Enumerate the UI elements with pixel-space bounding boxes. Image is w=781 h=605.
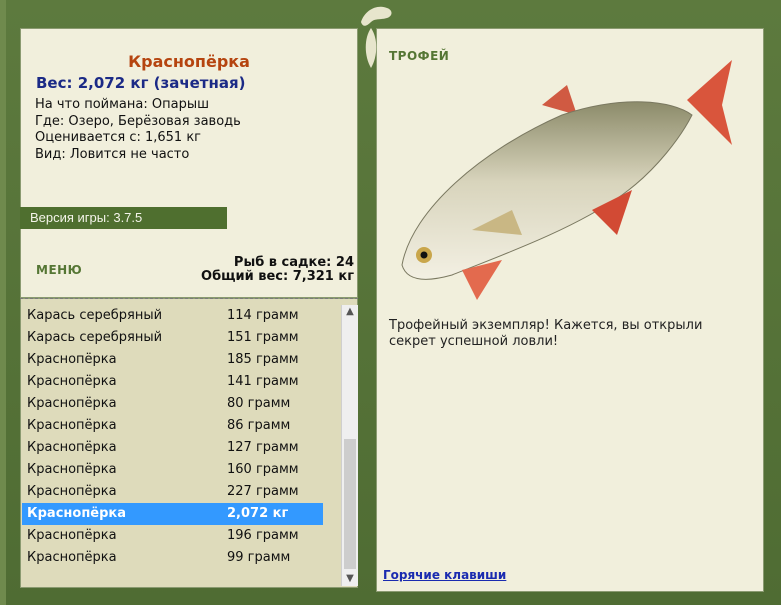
- list-scrollbar[interactable]: ▲ ▼: [341, 305, 358, 586]
- scroll-thumb[interactable]: [344, 439, 356, 569]
- list-item[interactable]: Карась серебряный 151 грамм: [22, 327, 323, 349]
- fish-weight-cell: 114 грамм: [227, 308, 299, 323]
- location-info: Где: Озеро, Берёзовая заводь: [35, 114, 241, 129]
- fish-name-cell: Краснопёрка: [27, 528, 117, 543]
- fish-name-cell: Карась серебряный: [27, 308, 163, 323]
- fish-name-cell: Краснопёрка: [27, 374, 117, 389]
- fish-weight-cell: 86 грамм: [227, 418, 291, 433]
- list-item[interactable]: Краснопёрка 99 грамм: [22, 547, 323, 569]
- hotkeys-link[interactable]: Горячие клавиши: [383, 568, 506, 582]
- trophy-message: Трофейный экземпляр! Кажется, вы открыли…: [389, 318, 703, 349]
- fish-count: Рыб в садке: 24: [233, 255, 354, 270]
- kind-info: Вид: Ловится не часто: [35, 147, 190, 162]
- fish-name-cell: Краснопёрка: [27, 462, 117, 477]
- frame-edge: [0, 0, 6, 605]
- fish-weight-cell: 80 грамм: [227, 396, 291, 411]
- fish-weight: Вес: 2,072 кг (зачетная): [36, 74, 246, 92]
- list-item[interactable]: Краснопёрка 80 грамм: [22, 393, 323, 415]
- list-item[interactable]: Краснопёрка 2,072 кг: [22, 503, 323, 525]
- fish-weight-cell: 99 грамм: [227, 550, 291, 565]
- fish-name-cell: Краснопёрка: [27, 484, 117, 499]
- fish-weight-cell: 127 грамм: [227, 440, 299, 455]
- divider: [20, 298, 358, 299]
- menu-button[interactable]: МЕНЮ: [36, 263, 82, 277]
- leaf-ornament-icon: [365, 28, 377, 68]
- scroll-down-icon[interactable]: ▼: [342, 572, 358, 586]
- fish-name-cell: Краснопёрка: [27, 506, 127, 521]
- list-item[interactable]: Краснопёрка 86 грамм: [22, 415, 323, 437]
- list-item[interactable]: Карась серебряный 114 грамм: [22, 305, 323, 327]
- list-item[interactable]: Краснопёрка 185 грамм: [22, 349, 323, 371]
- fish-weight-cell: 141 грамм: [227, 374, 299, 389]
- fish-name-cell: Карась серебряный: [27, 330, 163, 345]
- fish-weight-cell: 227 грамм: [227, 484, 299, 499]
- scroll-up-icon[interactable]: ▲: [342, 305, 358, 319]
- list-item[interactable]: Краснопёрка 141 грамм: [22, 371, 323, 393]
- list-item[interactable]: Краснопёрка 127 грамм: [22, 437, 323, 459]
- fish-name-cell: Краснопёрка: [27, 418, 117, 433]
- fish-weight-cell: 2,072 кг: [227, 506, 289, 521]
- lizard-logo-icon: [361, 6, 392, 26]
- valued-info: Оценивается с: 1,651 кг: [35, 130, 202, 145]
- list-item[interactable]: Краснопёрка 227 грамм: [22, 481, 323, 503]
- game-version: Версия игры: 3.7.5: [20, 207, 227, 229]
- total-weight: Общий вес: 7,321 кг: [201, 269, 354, 284]
- list-item[interactable]: Краснопёрка 160 грамм: [22, 459, 323, 481]
- fish-name-cell: Краснопёрка: [27, 550, 117, 565]
- list-item[interactable]: Краснопёрка 196 грамм: [22, 525, 323, 547]
- fish-name-cell: Краснопёрка: [27, 396, 117, 411]
- fish-image: [401, 60, 732, 300]
- bait-info: На что поймана: Опарыш: [35, 97, 209, 112]
- fish-weight-cell: 160 грамм: [227, 462, 299, 477]
- fish-name-cell: Краснопёрка: [27, 440, 117, 455]
- fish-weight-cell: 151 грамм: [227, 330, 299, 345]
- fish-name: Краснопёрка: [128, 52, 250, 71]
- fish-weight-cell: 196 грамм: [227, 528, 299, 543]
- fish-weight-cell: 185 грамм: [227, 352, 299, 367]
- fish-name-cell: Краснопёрка: [27, 352, 117, 367]
